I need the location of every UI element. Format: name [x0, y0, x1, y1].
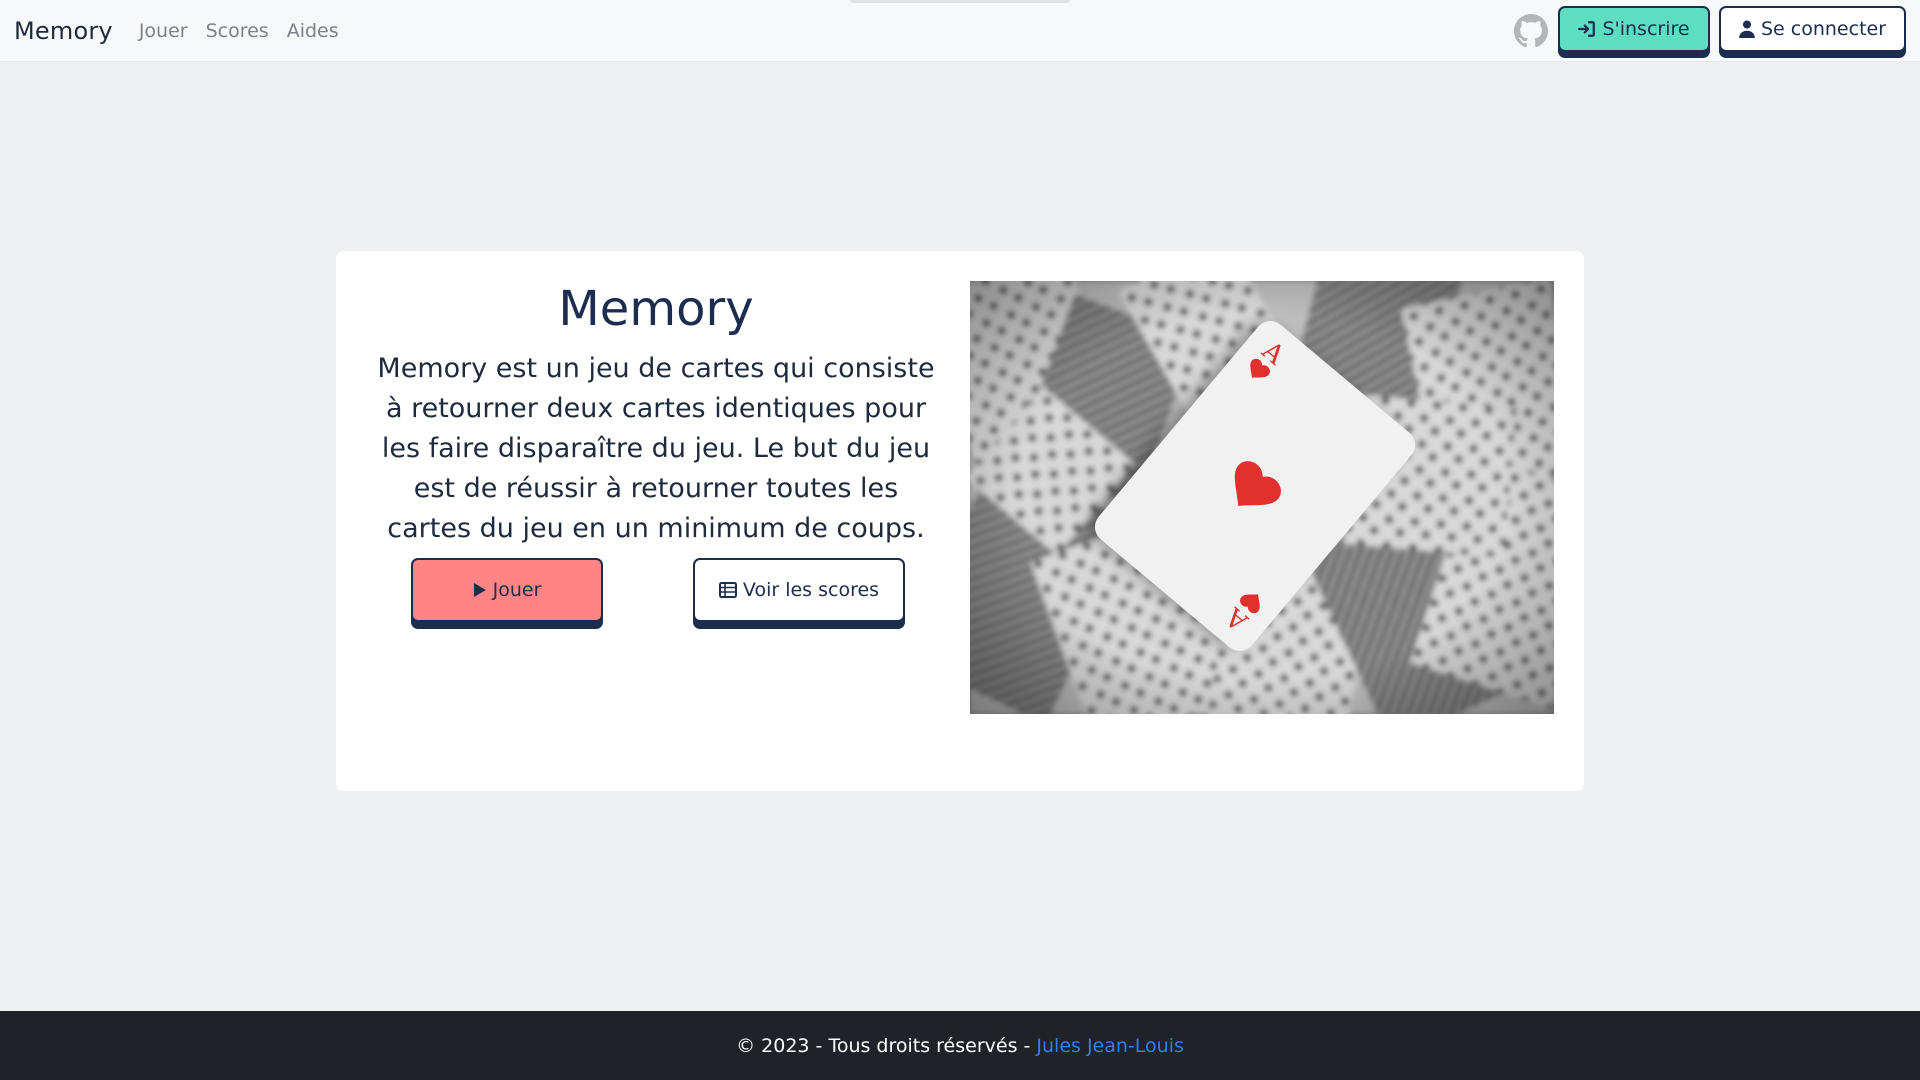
play-button[interactable]: Jouer [411, 558, 603, 622]
nav-link-aides[interactable]: Aides [287, 20, 339, 42]
view-scores-label: Voir les scores [742, 579, 880, 601]
footer: © 2023 - Tous droits réservés - Jules Je… [0, 1011, 1920, 1080]
register-button[interactable]: S'inscrire [1558, 5, 1710, 52]
navbar: Memory Jouer Scores Aides S'inscrire Se … [0, 0, 1920, 62]
nav-link-jouer[interactable]: Jouer [139, 20, 188, 42]
table-icon [718, 582, 737, 598]
login-button[interactable]: Se connecter [1719, 5, 1906, 52]
top-indicator [850, 0, 1070, 3]
brand-logo[interactable]: Memory [14, 17, 113, 45]
login-label: Se connecter [1760, 17, 1887, 40]
play-label: Jouer [492, 579, 542, 601]
page-title: Memory [558, 281, 754, 337]
author-link[interactable]: Jules Jean-Louis [1036, 1035, 1183, 1057]
copyright-text: © 2023 - Tous droits réservés - [736, 1034, 1031, 1057]
sign-in-icon [1578, 20, 1596, 38]
play-icon [473, 582, 487, 598]
nav-actions: S'inscrire Se connecter [1514, 5, 1906, 52]
github-icon[interactable] [1514, 13, 1548, 48]
user-icon [1739, 19, 1755, 38]
ace-of-hearts-image: A A [970, 281, 1554, 714]
register-label: S'inscrire [1602, 17, 1690, 40]
view-scores-button[interactable]: Voir les scores [693, 558, 905, 622]
nav-link-scores[interactable]: Scores [206, 20, 269, 42]
intro-text-column: Memory Memory est un jeu de cartes qui c… [366, 281, 946, 549]
game-description: Memory est un jeu de cartes qui consiste… [377, 353, 935, 544]
